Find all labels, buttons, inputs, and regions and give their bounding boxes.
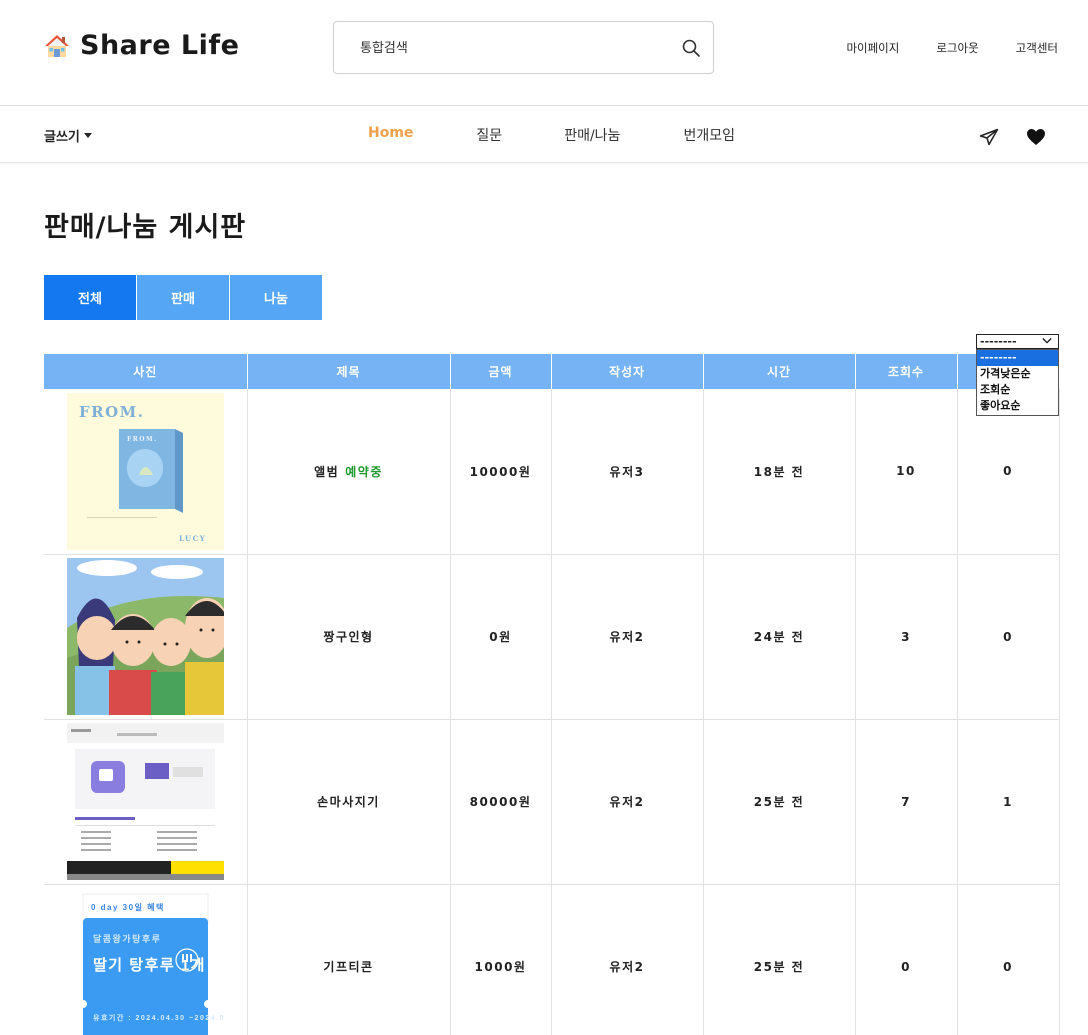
status-badge: 예약중 <box>345 464 383 479</box>
table-header-row: 사진 제목 금액 작성자 시간 조회수 좋아요 <box>44 354 1059 389</box>
customer-center-link[interactable]: 고객센터 <box>1016 40 1058 56</box>
sort-option-likes[interactable]: 좋아요순 <box>977 398 1058 414</box>
tab-sale-share[interactable]: 판매/나눔 <box>564 125 620 145</box>
album-brand-text: LUCY <box>179 534 206 543</box>
gifticon-item-text: 딸기 탕후루 1개 ··· <box>93 956 224 974</box>
site-logo[interactable]: Share Life <box>44 30 239 61</box>
tab-question[interactable]: 질문 <box>476 125 502 145</box>
post-title[interactable]: 앨범 <box>314 465 339 479</box>
table-row[interactable]: FROM. FROM. LUCY 앨범 예약중 10000원 유저3 18분 전 … <box>44 389 1060 555</box>
house-icon <box>45 34 69 57</box>
tab-meetup[interactable]: 번개모임 <box>683 125 735 145</box>
gifticon-expiry-text: 유효기간 : 2024.04.30 ~2024.05.06 <box>93 1013 224 1022</box>
col-time: 시간 <box>703 354 856 389</box>
massager-photo[interactable] <box>66 723 224 880</box>
sort-option-default[interactable]: -------- <box>977 350 1058 366</box>
caret-down-icon <box>83 133 92 138</box>
site-header: Share Life 마이페이지 로그아웃 고객센터 <box>0 0 1088 106</box>
album-photo[interactable]: FROM. FROM. LUCY <box>66 392 224 550</box>
filter-share-button[interactable]: 나눔 <box>230 275 323 320</box>
post-price: 80000원 <box>450 719 552 885</box>
category-filter: 전체 판매 나눔 <box>44 275 323 320</box>
doll-photo[interactable] <box>66 558 224 715</box>
svg-text:FROM.: FROM. <box>127 436 158 443</box>
post-price: 10000원 <box>450 389 552 555</box>
post-price: 1000원 <box>450 884 552 1035</box>
col-title: 제목 <box>247 354 451 389</box>
post-time: 25분 전 <box>703 884 856 1035</box>
nav-actions <box>979 128 1046 146</box>
col-price: 금액 <box>450 354 552 389</box>
heart-icon[interactable] <box>1026 128 1046 146</box>
write-dropdown[interactable]: 글쓰기 <box>44 126 92 145</box>
post-time: 25분 전 <box>703 719 856 885</box>
post-author: 유저2 <box>551 884 704 1035</box>
col-views: 조회수 <box>855 354 958 389</box>
tab-home[interactable]: Home <box>368 125 413 145</box>
table-row[interactable]: 짱구인형 0원 유저2 24분 전 3 0 <box>44 554 1060 720</box>
post-author: 유저2 <box>551 719 704 885</box>
post-views: 3 <box>855 554 958 720</box>
logo-text: Share Life <box>80 30 240 61</box>
post-views: 7 <box>855 719 958 885</box>
mypage-link[interactable]: 마이페이지 <box>846 40 899 56</box>
post-likes: 1 <box>957 719 1060 885</box>
post-price: 0원 <box>450 554 552 720</box>
search-icon[interactable] <box>681 38 701 58</box>
sort-selected-value: -------- <box>980 335 1017 348</box>
filter-all-button[interactable]: 전체 <box>44 275 137 320</box>
chevron-down-icon <box>1042 338 1052 344</box>
sort-option-views[interactable]: 조회순 <box>977 382 1058 398</box>
write-label: 글쓰기 <box>44 130 80 145</box>
post-title[interactable]: 짱구인형 <box>323 630 373 644</box>
top-links: 마이페이지 로그아웃 고객센터 <box>846 40 1058 56</box>
post-title[interactable]: 손마사지기 <box>317 795 380 809</box>
post-time: 24분 전 <box>703 554 856 720</box>
sort-options-list: -------- 가격낮은순 조회순 좋아요순 <box>976 349 1059 416</box>
logout-link[interactable]: 로그아웃 <box>936 40 978 56</box>
col-photo: 사진 <box>44 354 248 389</box>
gifticon-photo[interactable]: 0 day 30일 혜택 달콤왕가탕후루 딸기 탕후루 1개 ··· 유효기간 … <box>66 888 224 1035</box>
post-title[interactable]: 기프티콘 <box>323 960 373 974</box>
album-cover-text: FROM. <box>79 403 145 421</box>
post-time: 18분 전 <box>703 389 856 555</box>
sort-option-price-low[interactable]: 가격낮은순 <box>977 366 1058 382</box>
paper-plane-icon[interactable] <box>979 128 999 146</box>
col-author: 작성자 <box>551 354 704 389</box>
board-table: 사진 제목 금액 작성자 시간 조회수 좋아요 FROM. FROM. LUCY <box>44 354 1060 1035</box>
gifticon-brand-text: 달콤왕가탕후루 <box>93 933 161 944</box>
post-likes: 0 <box>957 554 1060 720</box>
table-row[interactable]: 0 day 30일 혜택 달콤왕가탕후루 딸기 탕후루 1개 ··· 유효기간 … <box>44 884 1060 1035</box>
post-author: 유저3 <box>551 389 704 555</box>
page-title: 판매/나눔 게시판 <box>44 212 247 243</box>
post-views: 0 <box>855 884 958 1035</box>
filter-sale-button[interactable]: 판매 <box>137 275 230 320</box>
main-navbar: 글쓰기 Home 질문 판매/나눔 번개모임 <box>0 107 1088 163</box>
search-input[interactable] <box>360 36 660 60</box>
post-likes: 0 <box>957 884 1060 1035</box>
gifticon-top-text: 0 day 30일 혜택 <box>91 902 165 912</box>
post-views: 10 <box>855 389 958 555</box>
post-author: 유저2 <box>551 554 704 720</box>
sort-select[interactable]: -------- <box>976 334 1059 349</box>
search-box <box>333 21 714 74</box>
nav-tabs: Home 질문 판매/나눔 번개모임 <box>368 125 735 145</box>
table-row[interactable]: 손마사지기 80000원 유저2 25분 전 7 1 <box>44 719 1060 885</box>
